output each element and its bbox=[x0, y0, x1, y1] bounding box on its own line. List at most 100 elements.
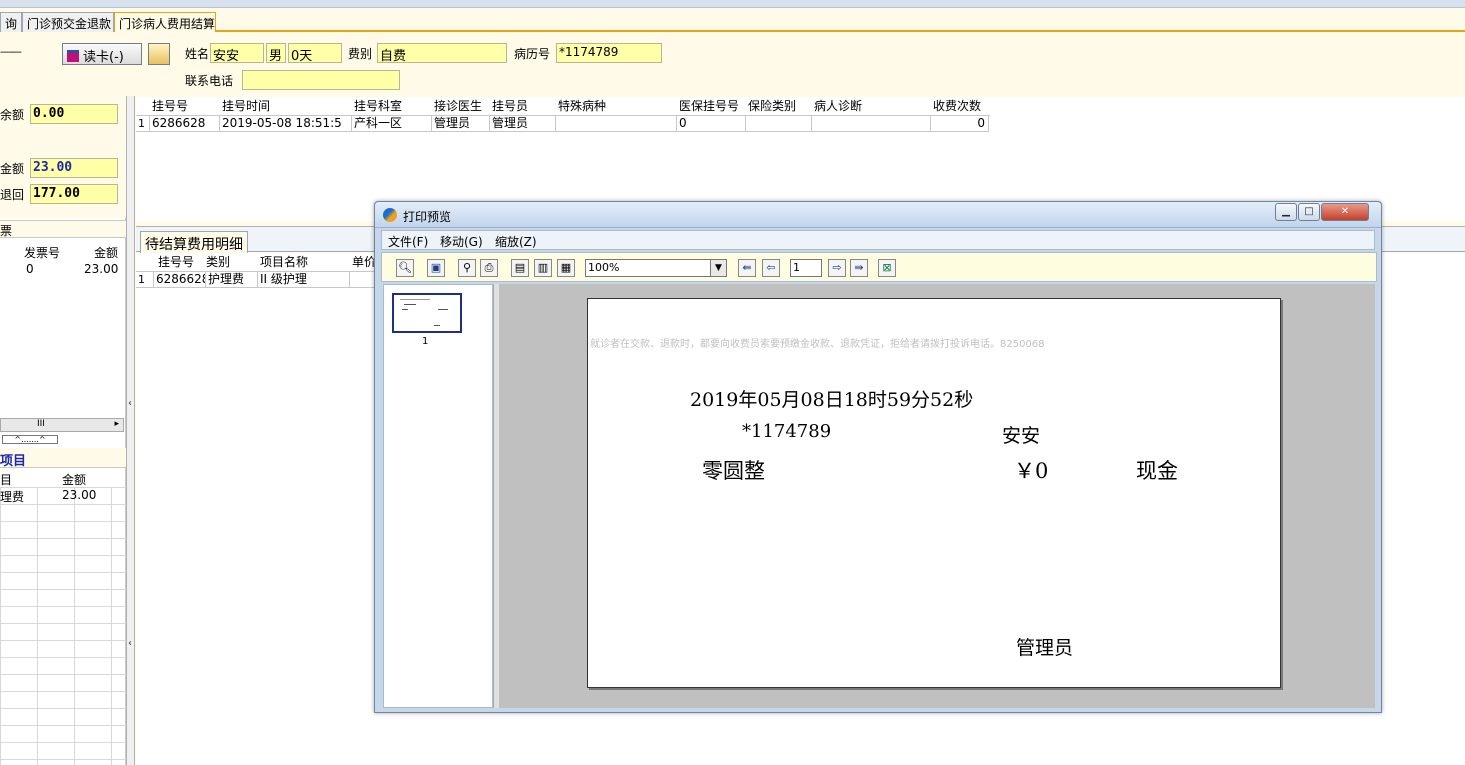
col-registrar[interactable]: 挂号员 bbox=[490, 99, 554, 115]
menu-move[interactable]: 移动(G) bbox=[440, 233, 483, 250]
registrar-cell[interactable]: 管理员 bbox=[490, 116, 556, 132]
items-amount-cell[interactable]: 23.00 bbox=[62, 488, 96, 502]
special-disease-cell[interactable] bbox=[556, 116, 677, 132]
horizontal-scrollbar[interactable]: III ▸ bbox=[0, 418, 124, 432]
phone-label: 联系电话 bbox=[185, 74, 234, 88]
scroll-thumb-icon: III bbox=[37, 419, 45, 429]
col-reg-no[interactable]: 挂号号 bbox=[150, 99, 218, 115]
maximize-button[interactable]: □ bbox=[1298, 203, 1320, 221]
tab-outpatient-settlement[interactable]: 门诊病人费用结算 bbox=[114, 12, 216, 32]
menu-zoom[interactable]: 缩放(Z) bbox=[495, 233, 537, 250]
table-row[interactable]: 1 6286628 2019-05-08 18:51:5 产科一区 管理员 管理… bbox=[136, 115, 990, 132]
col-doctor[interactable]: 接诊医生 bbox=[432, 99, 490, 115]
menu-file[interactable]: 文件(F) bbox=[388, 233, 428, 250]
invoice-amount-cell[interactable]: 23.00 bbox=[84, 262, 118, 276]
phone-field[interactable] bbox=[242, 70, 400, 90]
col-pending-reg-no[interactable]: 挂号号 bbox=[156, 255, 204, 271]
chevron-down-icon[interactable]: ▼ bbox=[710, 260, 726, 276]
thumbnail-label: 1 bbox=[422, 336, 429, 347]
next-page-icon[interactable]: ⇨ bbox=[828, 259, 846, 277]
dialog-title: 打印预览 bbox=[403, 210, 452, 224]
insurance-reg-no-cell[interactable]: 0 bbox=[677, 116, 746, 132]
page-thumbnail[interactable] bbox=[392, 293, 462, 333]
scroll-right-icon[interactable]: ▸ bbox=[114, 419, 119, 429]
prev-page-icon[interactable]: ⇦ bbox=[762, 259, 780, 277]
col-diagnosis[interactable]: 病人诊断 bbox=[812, 99, 930, 115]
receipt-datetime: 2019年05月08日18时59分52秒 bbox=[690, 389, 974, 411]
search-icon[interactable]: ⚲ bbox=[458, 259, 476, 277]
balance-field[interactable]: 0.00 bbox=[30, 104, 118, 124]
col-pending-category[interactable]: 类别 bbox=[204, 255, 256, 271]
card-number-field[interactable]: -------- bbox=[0, 47, 22, 58]
close-button[interactable]: ✕ bbox=[1321, 203, 1369, 221]
col-charge-count[interactable]: 收费次数 bbox=[931, 99, 989, 115]
col-reg-dept[interactable]: 挂号科室 bbox=[352, 99, 432, 115]
two-page-icon[interactable]: ▥ bbox=[534, 259, 552, 277]
col-insurance-reg-no[interactable]: 医保挂号号 bbox=[677, 99, 745, 115]
clear-button[interactable] bbox=[148, 43, 170, 65]
record-no-label: 病历号 bbox=[514, 47, 551, 61]
invoice-no-cell[interactable]: 0 bbox=[26, 262, 34, 276]
items-section-header: 项目 bbox=[0, 448, 126, 469]
print-preview-dialog: 打印预览 ▁ □ ✕ 文件(F) 移动(G) 缩放(Z) 🔍︎ ▣ ⚲ ⎙ ▤ … bbox=[374, 201, 1382, 713]
items-name-header: 目 bbox=[0, 473, 13, 487]
doctor-cell[interactable]: 管理员 bbox=[432, 116, 490, 132]
dialog-titlebar[interactable]: 打印预览 ▁ □ ✕ bbox=[375, 202, 1381, 228]
items-amount-header: 金额 bbox=[62, 473, 87, 487]
dialog-toolbar: 🔍︎ ▣ ⚲ ⎙ ▤ ▥ ▦ 100% ▼ ⇚ ⇦ 1 ⇨ ⇛ ⊠ bbox=[381, 252, 1377, 282]
minimize-button[interactable]: ▁ bbox=[1275, 203, 1297, 221]
zoom-magnifier-icon[interactable]: 🔍︎ bbox=[396, 259, 414, 277]
read-card-button[interactable]: 读卡(-) bbox=[62, 43, 142, 65]
invoice-amount-header: 金额 bbox=[94, 246, 119, 260]
print-icon[interactable]: ⎙ bbox=[480, 259, 498, 277]
collapse-left-icon[interactable]: ‹ bbox=[128, 398, 132, 409]
pending-unit-price-cell[interactable] bbox=[350, 272, 376, 288]
col-insurance-type[interactable]: 保险类别 bbox=[746, 99, 810, 115]
vertical-splitter[interactable]: ‹ ‹ bbox=[126, 96, 135, 765]
reg-time-cell[interactable]: 2019-05-08 18:51:5 bbox=[220, 116, 352, 132]
charge-count-cell[interactable]: 0 bbox=[931, 116, 989, 132]
pending-item-name-cell[interactable]: II 级护理 bbox=[258, 272, 350, 288]
name-field[interactable]: 安安 bbox=[210, 43, 264, 63]
diagnosis-cell[interactable] bbox=[812, 116, 931, 132]
record-no-field[interactable]: *1174789 bbox=[556, 43, 662, 63]
receipt-operator: 管理员 bbox=[1016, 637, 1074, 659]
reg-dept-cell[interactable]: 产科一区 bbox=[352, 116, 432, 132]
col-pending-item-name[interactable]: 项目名称 bbox=[258, 255, 348, 271]
sex-field[interactable]: 男 bbox=[266, 43, 286, 63]
items-section-label: 项目 bbox=[0, 454, 27, 469]
collapse-splitter-icon[interactable]: ^.......^ bbox=[2, 435, 58, 444]
multi-page-icon[interactable]: ▦ bbox=[557, 259, 575, 277]
items-grid bbox=[0, 487, 126, 765]
insurance-type-cell[interactable] bbox=[746, 116, 812, 132]
items-name-cell[interactable]: 理费 bbox=[0, 488, 24, 505]
page-number-input[interactable]: 1 bbox=[790, 259, 822, 277]
tab-prepay-refund[interactable]: 门诊预交金退款 bbox=[22, 12, 114, 32]
zoom-select[interactable]: 100% ▼ bbox=[585, 259, 727, 277]
receipt-pay-method: 现金 bbox=[1136, 459, 1178, 483]
fee-type-field[interactable]: 自费 bbox=[377, 43, 507, 63]
save-icon[interactable]: ▣ bbox=[427, 259, 445, 277]
refund-field[interactable]: 177.00 bbox=[30, 184, 118, 204]
tab-pending-fees[interactable]: 待结算费用明细 bbox=[140, 231, 248, 253]
pending-reg-no-cell[interactable]: 6286628 bbox=[154, 272, 206, 288]
exit-preview-icon[interactable]: ⊠ bbox=[878, 259, 896, 277]
invoice-section-label: 票 bbox=[0, 224, 13, 238]
last-page-icon[interactable]: ⇛ bbox=[850, 259, 868, 277]
reg-no-cell[interactable]: 6286628 bbox=[150, 116, 220, 132]
first-page-icon[interactable]: ⇚ bbox=[738, 259, 756, 277]
table-row[interactable]: 1 6286628 护理费 II 级护理 bbox=[136, 271, 376, 288]
receipt-page: 就诊者在交款、退款时，都要向收费员索要预缴金收款、退款凭证，拒给者请拨打投诉电话… bbox=[587, 298, 1281, 688]
invoice-no-header: 发票号 bbox=[24, 246, 61, 260]
tab-query[interactable]: 询 bbox=[0, 12, 22, 32]
age-field[interactable]: 0天 bbox=[288, 43, 342, 63]
receipt-name: 安安 bbox=[1002, 425, 1041, 447]
one-page-icon[interactable]: ▤ bbox=[511, 259, 529, 277]
col-reg-time[interactable]: 挂号时间 bbox=[220, 99, 352, 115]
col-special-disease[interactable]: 特殊病种 bbox=[556, 99, 676, 115]
amount-field[interactable]: 23.00 bbox=[30, 158, 118, 178]
collapse-left-icon-2[interactable]: ‹ bbox=[128, 638, 132, 649]
row-index: 1 bbox=[136, 116, 150, 132]
pending-category-cell[interactable]: 护理费 bbox=[206, 272, 258, 288]
refund-label: 退回 bbox=[0, 188, 25, 202]
